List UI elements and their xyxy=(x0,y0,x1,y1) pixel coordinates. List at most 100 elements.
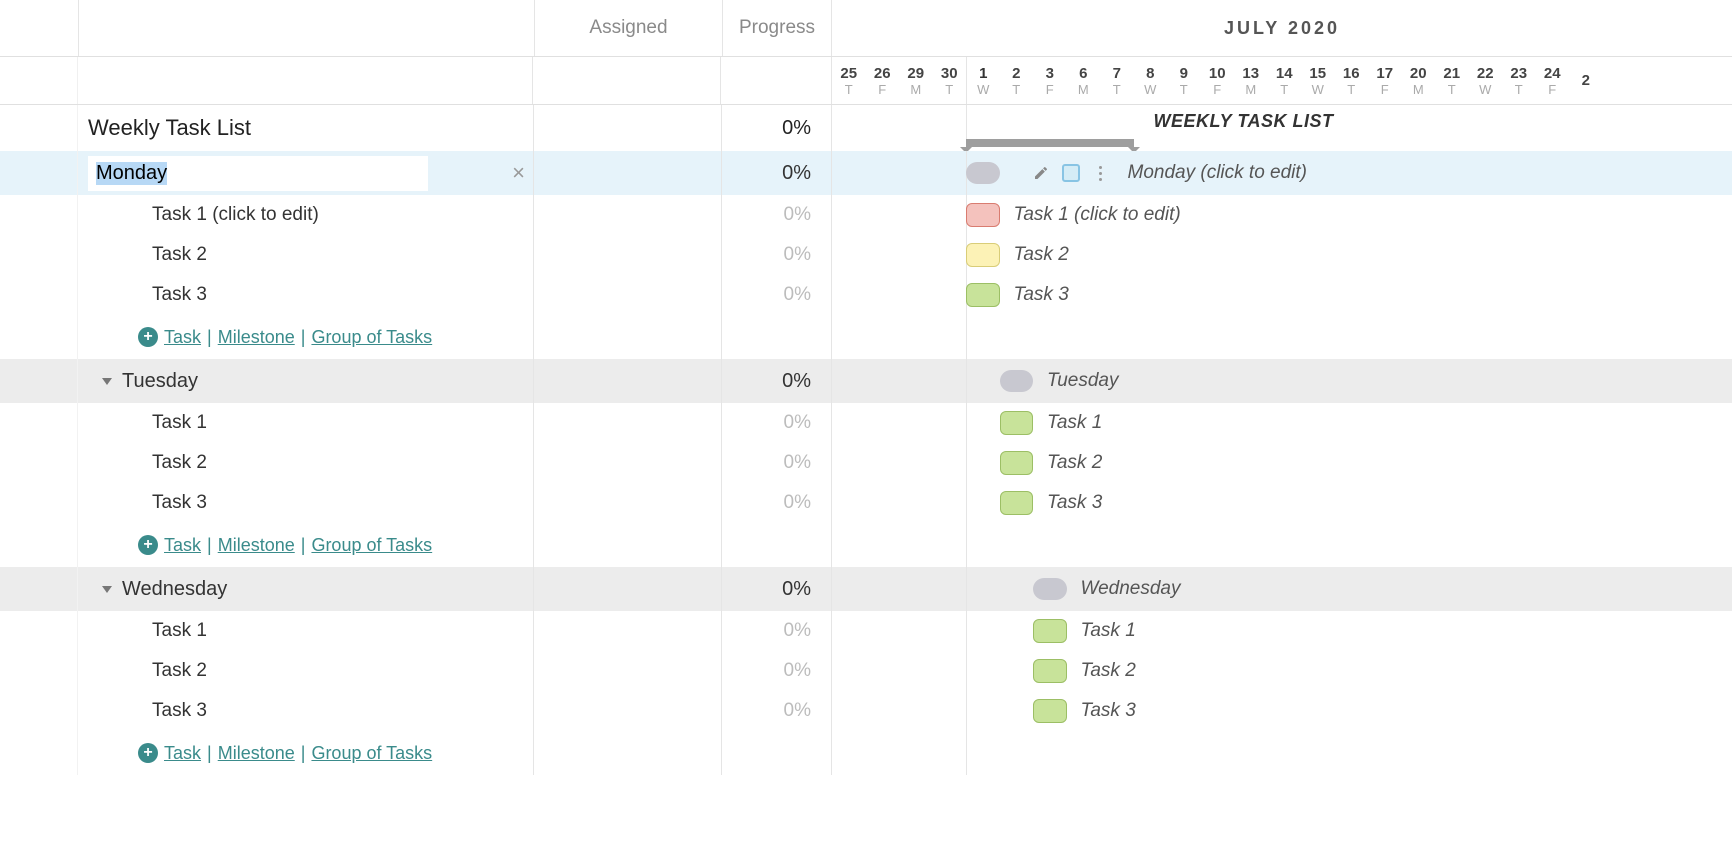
task-assigned[interactable] xyxy=(534,611,722,651)
calendar-day[interactable]: 30T xyxy=(933,57,967,104)
task-assigned[interactable] xyxy=(534,483,722,523)
calendar-day[interactable]: 3F xyxy=(1033,57,1067,104)
column-header-assigned[interactable]: Assigned xyxy=(534,0,722,56)
add-task-link[interactable]: Task xyxy=(164,327,201,348)
calendar-day[interactable]: 25T xyxy=(832,57,866,104)
task-bar[interactable] xyxy=(966,283,1000,307)
add-group-link[interactable]: Group of Tasks xyxy=(311,327,432,348)
chevron-down-icon[interactable] xyxy=(102,378,112,385)
task-bar[interactable] xyxy=(1000,491,1034,515)
task-row[interactable]: Task 2 0% Task 2 xyxy=(0,651,1732,691)
task-timeline-label[interactable]: Task 1 xyxy=(1047,412,1102,434)
add-milestone-link[interactable]: Milestone xyxy=(218,743,295,764)
task-assigned[interactable] xyxy=(534,235,722,275)
complete-checkbox[interactable] xyxy=(1062,164,1080,182)
task-timeline-label[interactable]: Task 1 xyxy=(1081,620,1136,642)
add-milestone-link[interactable]: Milestone xyxy=(218,535,295,556)
calendar-day[interactable]: 13M xyxy=(1234,57,1268,104)
task-bar[interactable] xyxy=(1000,411,1034,435)
add-group-link[interactable]: Group of Tasks xyxy=(311,743,432,764)
calendar-day[interactable]: 16T xyxy=(1335,57,1369,104)
task-row[interactable]: Task 3 0% Task 3 xyxy=(0,483,1732,523)
task-timeline-label[interactable]: Task 2 xyxy=(1047,452,1102,474)
calendar-day[interactable]: 29M xyxy=(899,57,933,104)
column-header-progress[interactable]: Progress xyxy=(722,0,832,56)
section-row[interactable]: Wednesday 0% Wednesday xyxy=(0,567,1732,611)
section-name[interactable]: Wednesday xyxy=(78,567,534,611)
section-assigned[interactable] xyxy=(534,151,722,195)
section-pill[interactable] xyxy=(966,162,1000,184)
calendar-day[interactable]: 21T xyxy=(1435,57,1469,104)
calendar-day[interactable]: 20M xyxy=(1402,57,1436,104)
task-row[interactable]: Task 3 0% Task 3 xyxy=(0,275,1732,315)
add-group-link[interactable]: Group of Tasks xyxy=(311,535,432,556)
task-assigned[interactable] xyxy=(534,403,722,443)
add-milestone-link[interactable]: Milestone xyxy=(218,327,295,348)
task-timeline-label[interactable]: Task 3 xyxy=(1047,492,1102,514)
chevron-down-icon[interactable] xyxy=(102,586,112,593)
task-timeline-label[interactable]: Task 3 xyxy=(1081,700,1136,722)
task-name[interactable]: Task 1 xyxy=(78,403,534,443)
calendar-day[interactable]: 2T xyxy=(1000,57,1034,104)
section-assigned[interactable] xyxy=(534,359,722,403)
task-timeline-label[interactable]: Task 1 (click to edit) xyxy=(1014,204,1181,226)
task-name[interactable]: Task 2 xyxy=(78,443,534,483)
task-bar[interactable] xyxy=(966,243,1000,267)
section-timeline-label[interactable]: Tuesday xyxy=(1047,370,1118,392)
project-name[interactable]: Weekly Task List xyxy=(78,105,534,151)
task-row[interactable]: Task 3 0% Task 3 xyxy=(0,691,1732,731)
task-name[interactable]: Task 1 xyxy=(78,611,534,651)
pencil-icon[interactable] xyxy=(1028,160,1054,186)
add-task-link[interactable]: Task xyxy=(164,535,201,556)
task-bar[interactable] xyxy=(1033,659,1067,683)
task-row[interactable]: Task 1 0% Task 1 xyxy=(0,403,1732,443)
section-name[interactable]: × xyxy=(78,151,534,195)
calendar-day[interactable]: 9T xyxy=(1167,57,1201,104)
more-options-icon[interactable] xyxy=(1088,160,1114,186)
plus-icon[interactable]: + xyxy=(138,535,158,555)
section-row[interactable]: × 0% Monday (click to edit) xyxy=(0,151,1732,195)
task-assigned[interactable] xyxy=(534,275,722,315)
calendar-day[interactable]: 6M xyxy=(1067,57,1101,104)
calendar-day[interactable]: 14T xyxy=(1268,57,1302,104)
section-pill[interactable] xyxy=(1033,578,1067,600)
calendar-day[interactable]: 26F xyxy=(866,57,900,104)
calendar-day[interactable]: 23T xyxy=(1502,57,1536,104)
section-name-input[interactable] xyxy=(88,156,428,191)
task-row[interactable]: Task 1 0% Task 1 xyxy=(0,611,1732,651)
task-name[interactable]: Task 3 xyxy=(78,483,534,523)
calendar-day[interactable]: 2 xyxy=(1569,57,1603,104)
task-name[interactable]: Task 1 (click to edit) xyxy=(78,195,534,235)
task-row[interactable]: Task 1 (click to edit) 0% Task 1 (click … xyxy=(0,195,1732,235)
project-assigned[interactable] xyxy=(534,105,722,151)
task-timeline-label[interactable]: Task 2 xyxy=(1014,244,1069,266)
task-assigned[interactable] xyxy=(534,195,722,235)
calendar-day[interactable]: 10F xyxy=(1201,57,1235,104)
calendar-day[interactable]: 24F xyxy=(1536,57,1570,104)
task-row[interactable]: Task 2 0% Task 2 xyxy=(0,443,1732,483)
add-task-link[interactable]: Task xyxy=(164,743,201,764)
task-timeline-label[interactable]: Task 2 xyxy=(1081,660,1136,682)
task-bar[interactable] xyxy=(1000,451,1034,475)
section-assigned[interactable] xyxy=(534,567,722,611)
calendar-day[interactable]: 1W xyxy=(966,57,1000,104)
section-row[interactable]: Tuesday 0% Tuesday xyxy=(0,359,1732,403)
task-name[interactable]: Task 2 xyxy=(78,235,534,275)
task-timeline-label[interactable]: Task 3 xyxy=(1014,284,1069,306)
task-assigned[interactable] xyxy=(534,691,722,731)
calendar-day[interactable]: 7T xyxy=(1100,57,1134,104)
calendar-day[interactable]: 17F xyxy=(1368,57,1402,104)
task-row[interactable]: Task 2 0% Task 2 xyxy=(0,235,1732,275)
task-bar[interactable] xyxy=(1033,699,1067,723)
section-timeline-label[interactable]: Wednesday xyxy=(1081,578,1181,600)
calendar-day[interactable]: 8W xyxy=(1134,57,1168,104)
section-timeline-label[interactable]: Monday (click to edit) xyxy=(1128,162,1308,184)
task-bar[interactable] xyxy=(966,203,1000,227)
project-summary-bar[interactable] xyxy=(966,139,1134,147)
plus-icon[interactable]: + xyxy=(138,327,158,347)
task-assigned[interactable] xyxy=(534,443,722,483)
plus-icon[interactable]: + xyxy=(138,743,158,763)
task-bar[interactable] xyxy=(1033,619,1067,643)
section-pill[interactable] xyxy=(1000,370,1034,392)
close-icon[interactable]: × xyxy=(512,160,525,186)
